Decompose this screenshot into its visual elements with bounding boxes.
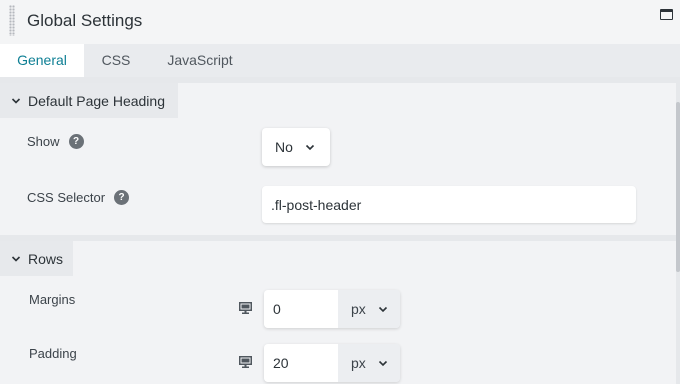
settings-content: Default Page Heading Show ? No CSS Selec… (0, 77, 680, 384)
show-select[interactable]: No (262, 128, 330, 166)
chevron-down-icon (11, 97, 21, 104)
section-default-page-heading: Default Page Heading Show ? No CSS Selec… (0, 83, 676, 235)
css-selector-input[interactable]: .fl-post-header (262, 186, 636, 223)
title-bar: Global Settings (0, 0, 680, 44)
section-header-heading[interactable]: Default Page Heading (0, 83, 178, 118)
css-selector-label: CSS Selector (27, 190, 106, 205)
css-selector-value: .fl-post-header (271, 196, 362, 213)
show-label: Show (27, 134, 60, 149)
padding-control: 20 px (264, 344, 400, 382)
help-icon[interactable]: ? (68, 134, 84, 149)
maximize-icon[interactable] (660, 9, 673, 20)
scrollbar[interactable] (676, 102, 680, 272)
tab-general[interactable]: General (0, 44, 84, 77)
show-field-label: Show ? (27, 134, 84, 149)
padding-input[interactable]: 20 (264, 344, 338, 382)
padding-label: Padding (29, 346, 77, 361)
margins-unit-select[interactable]: px (338, 290, 400, 328)
help-icon[interactable]: ? (114, 190, 130, 205)
chevron-down-icon (378, 360, 387, 366)
section-rows: Rows Margins 0 px Padding 20 px (0, 241, 676, 384)
show-select-value: No (275, 139, 293, 155)
margins-control: 0 px (264, 290, 400, 328)
tab-bar: General CSS JavaScript (0, 44, 680, 77)
chevron-down-icon (378, 306, 387, 312)
tab-javascript[interactable]: JavaScript (148, 44, 252, 77)
margins-unit-value: px (351, 301, 366, 317)
margins-label: Margins (29, 292, 76, 307)
margins-input[interactable]: 0 (264, 290, 338, 328)
section-header-rows[interactable]: Rows (0, 241, 73, 276)
section-title: Default Page Heading (28, 92, 165, 109)
window-title: Global Settings (27, 11, 143, 30)
tab-css[interactable]: CSS (84, 44, 148, 77)
chevron-down-icon (305, 144, 314, 150)
section-title: Rows (28, 250, 64, 267)
drag-handle[interactable] (9, 5, 15, 36)
padding-unit-select[interactable]: px (338, 344, 400, 382)
desktop-icon[interactable] (239, 302, 252, 314)
margins-field-label: Margins (29, 292, 75, 307)
chevron-down-icon (11, 255, 21, 262)
desktop-icon[interactable] (239, 356, 252, 368)
css-selector-field-label: CSS Selector ? (27, 190, 130, 205)
padding-unit-value: px (351, 355, 366, 371)
padding-field-label: Padding (29, 346, 77, 361)
